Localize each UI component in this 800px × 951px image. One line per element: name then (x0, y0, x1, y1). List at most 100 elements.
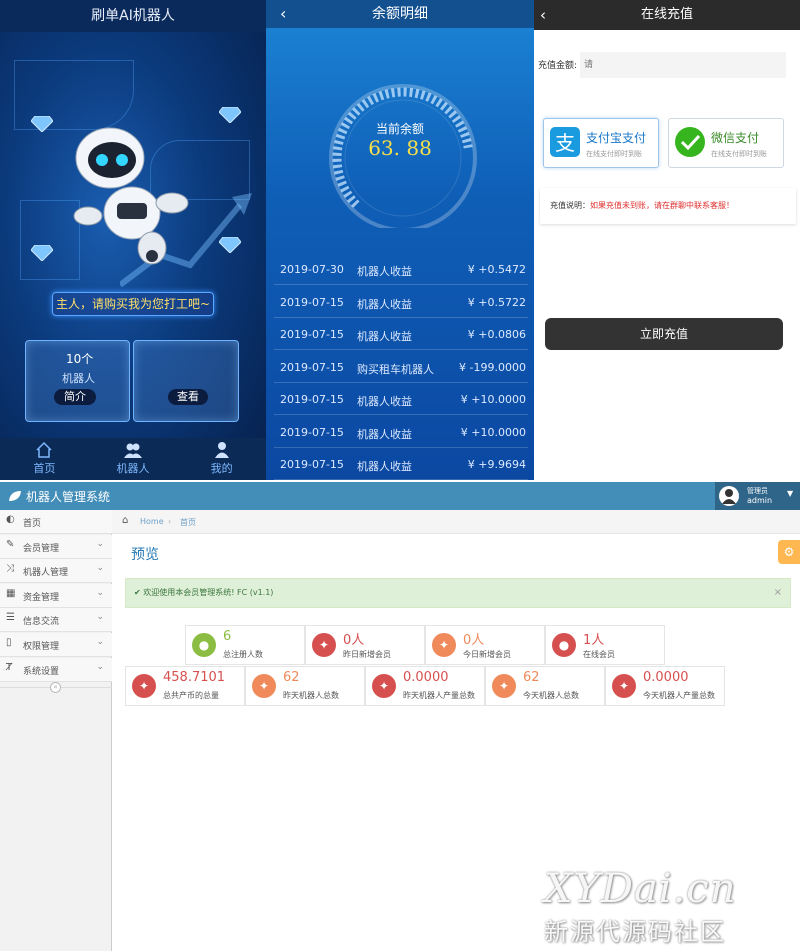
online-recharge-page: ‹ 在线充值 充值金额: 支 支付宝支付 在线支付即时到账 微信支付 在线支付即… (534, 0, 800, 480)
collapse-sidebar-icon[interactable]: « (50, 682, 61, 693)
robot-card[interactable]: 10个 机器人 简介 (25, 340, 130, 422)
sidebar-item[interactable]: ▦ 资金管理 ⌄ (0, 583, 112, 608)
transaction-amount: ¥ +0.5722 (467, 295, 526, 309)
amount-input[interactable] (580, 52, 786, 78)
list-icon: ☰ (6, 612, 15, 624)
sidebar-item[interactable]: ▯ 权限管理 ⌄ (0, 633, 112, 657)
breadcrumb: ⌂ Home › 首页 (112, 510, 800, 534)
system-title: 机器人管理系统 (26, 490, 111, 504)
stat-label: 在线会员 (583, 650, 615, 659)
wechat-pay-option[interactable]: 微信支付 在线支付即时到账 (668, 118, 784, 168)
tab-label: 机器人 (116, 462, 150, 475)
settings-gear-icon[interactable]: ⚙ (778, 540, 800, 564)
sidebar-item-label: 权限管理 (23, 642, 60, 652)
transaction-date: 2019-07-15 (280, 458, 344, 471)
tab-label: 我的 (210, 462, 233, 475)
alipay-subtitle: 在线支付即时到账 (586, 150, 642, 158)
sidebar-item[interactable]: ◐ 首页 (0, 510, 112, 534)
watermark-name: 新源代源码社区 (544, 918, 726, 946)
transaction-row: 2019-07-15 机器人收益 ¥ +10.0000 (274, 384, 528, 415)
sidebar-item[interactable]: ☰ 信息交流 ⌄ (0, 608, 112, 633)
stat-value: 62 (523, 670, 540, 685)
page-title: 在线充值 (640, 7, 693, 22)
stat-label: 今天机器人总数 (523, 691, 579, 700)
diamond-icon (218, 106, 242, 124)
stat-card: ✦ 0.0000 今天机器人产量总数 (605, 666, 725, 706)
transaction-row: 2019-07-15 购买租车机器人 ¥ -199.0000 (274, 352, 528, 383)
transaction-amount: ¥ +0.0806 (467, 328, 526, 341)
sidebar-item-label: 会员管理 (23, 543, 60, 554)
breadcrumb-home-link[interactable]: Home (140, 517, 164, 526)
top-navbar: 机器人管理系统 管理员 admin ▼ (0, 482, 800, 510)
sidebar-item[interactable]: ⤨ 机器人管理 ⌄ (0, 559, 112, 584)
diamond-icon (30, 115, 54, 133)
transaction-date: 2019-07-15 (280, 295, 344, 309)
robot-name: 机器人 (62, 372, 95, 385)
tab-robot[interactable]: 机器人 (89, 438, 178, 480)
transaction-desc: 机器人收益 (357, 330, 412, 343)
stat-card: ● 1人 在线会员 (545, 625, 665, 665)
sidebar: ◐ 首页 ✎ 会员管理 ⌄ ⤨ 机器人管理 ⌄ ▦ 资金管理 ⌄ ☰ 信息交流 ⌄ ▯ 权限管理 ⌄ Ⱦ 系统设置 ⌄… (0, 510, 112, 951)
robot-app-home: 刷单AI机器人 主人，请购买我为您打工吧~ 10个 机器人 简介 查看 首页 机… (0, 0, 266, 480)
sidebar-item-label: 信息交流 (23, 617, 60, 628)
recharge-submit-button[interactable]: 立即充值 (545, 318, 783, 350)
transaction-desc: 机器人收益 (357, 395, 412, 408)
stat-label: 昨天机器人产量总数 (403, 691, 475, 700)
wechat-title: 微信支付 (711, 131, 760, 145)
stat-card: ✦ 62 昨天机器人总数 (245, 666, 365, 706)
note-label: 充值说明： (550, 201, 590, 210)
stat-label: 昨日新增会员 (343, 650, 391, 659)
transaction-date: 2019-07-15 (280, 393, 344, 406)
tab-mine[interactable]: 我的 (177, 438, 266, 480)
twitter-icon: ✦ (372, 674, 396, 698)
sidebar-item-label: 首页 (23, 519, 42, 529)
twitter-icon: ✦ (432, 633, 456, 657)
leaf-icon (9, 491, 21, 501)
chevron-down-icon: ⌄ (96, 661, 104, 672)
stat-value: 0.0000 (643, 670, 689, 685)
sidebar-item[interactable]: Ⱦ 系统设置 ⌄ (0, 657, 112, 682)
intro-button[interactable]: 简介 (54, 389, 96, 405)
chevron-down-icon: ⌄ (96, 612, 104, 623)
sidebar-item[interactable]: ✎ 会员管理 ⌄ (0, 534, 112, 559)
back-icon[interactable]: ‹ (540, 0, 546, 30)
stat-value: 0人 (463, 633, 485, 648)
view-button[interactable]: 查看 (168, 389, 208, 405)
twitter-icon: ✦ (492, 674, 516, 698)
slogan-banner: 主人，请购买我为您打工吧~ (52, 292, 214, 316)
transaction-amount: ¥ -199.0000 (459, 360, 526, 374)
robot-card[interactable]: 查看 (133, 340, 239, 422)
breadcrumb-current: 首页 (180, 518, 196, 527)
current-balance-label: 当前余额 (375, 122, 424, 136)
back-icon[interactable]: ‹ (280, 0, 286, 28)
svg-text:支: 支 (555, 131, 575, 155)
tab-home[interactable]: 首页 (0, 438, 89, 480)
stat-value: 6 (223, 629, 232, 644)
transaction-desc: 机器人收益 (357, 427, 412, 441)
transaction-row: 2019-07-15 机器人收益 ¥ +0.0806 (274, 319, 528, 350)
close-icon[interactable]: × (774, 579, 782, 607)
alipay-icon: 支 (550, 127, 580, 157)
wechat-subtitle: 在线支付即时到账 (711, 150, 767, 158)
user-role: 管理员 (747, 487, 768, 495)
note-text: 如果充值未到账，请在群聊中联系客服！ (590, 201, 734, 210)
stat-card: ✦ 0人 昨日新增会员 (305, 625, 425, 665)
chevron-down-icon: ⌄ (96, 587, 104, 598)
alipay-option[interactable]: 支 支付宝支付 在线支付即时到账 (543, 118, 659, 168)
transaction-amount: ¥ +10.0000 (460, 425, 526, 439)
transaction-desc: 购买租车机器人 (357, 362, 434, 376)
chevron-down-icon: ⌄ (96, 637, 104, 647)
alipay-title: 支付宝支付 (586, 131, 647, 145)
avatar (719, 486, 739, 506)
page-title: 余额明细 (372, 6, 428, 22)
home-icon: ⌂ (122, 515, 129, 526)
chevron-down-icon: ⌄ (96, 563, 104, 574)
breadcrumb-separator: › (168, 517, 172, 526)
twitter-icon: ✦ (312, 633, 336, 657)
user-icon (214, 442, 229, 458)
user-menu[interactable]: 管理员 admin ▼ (715, 482, 800, 510)
transaction-date: 2019-07-15 (280, 360, 344, 374)
sidebar-item-label: 系统设置 (23, 666, 60, 677)
user-name: admin (747, 496, 773, 505)
transaction-amount: ¥ +10.0000 (460, 393, 526, 406)
